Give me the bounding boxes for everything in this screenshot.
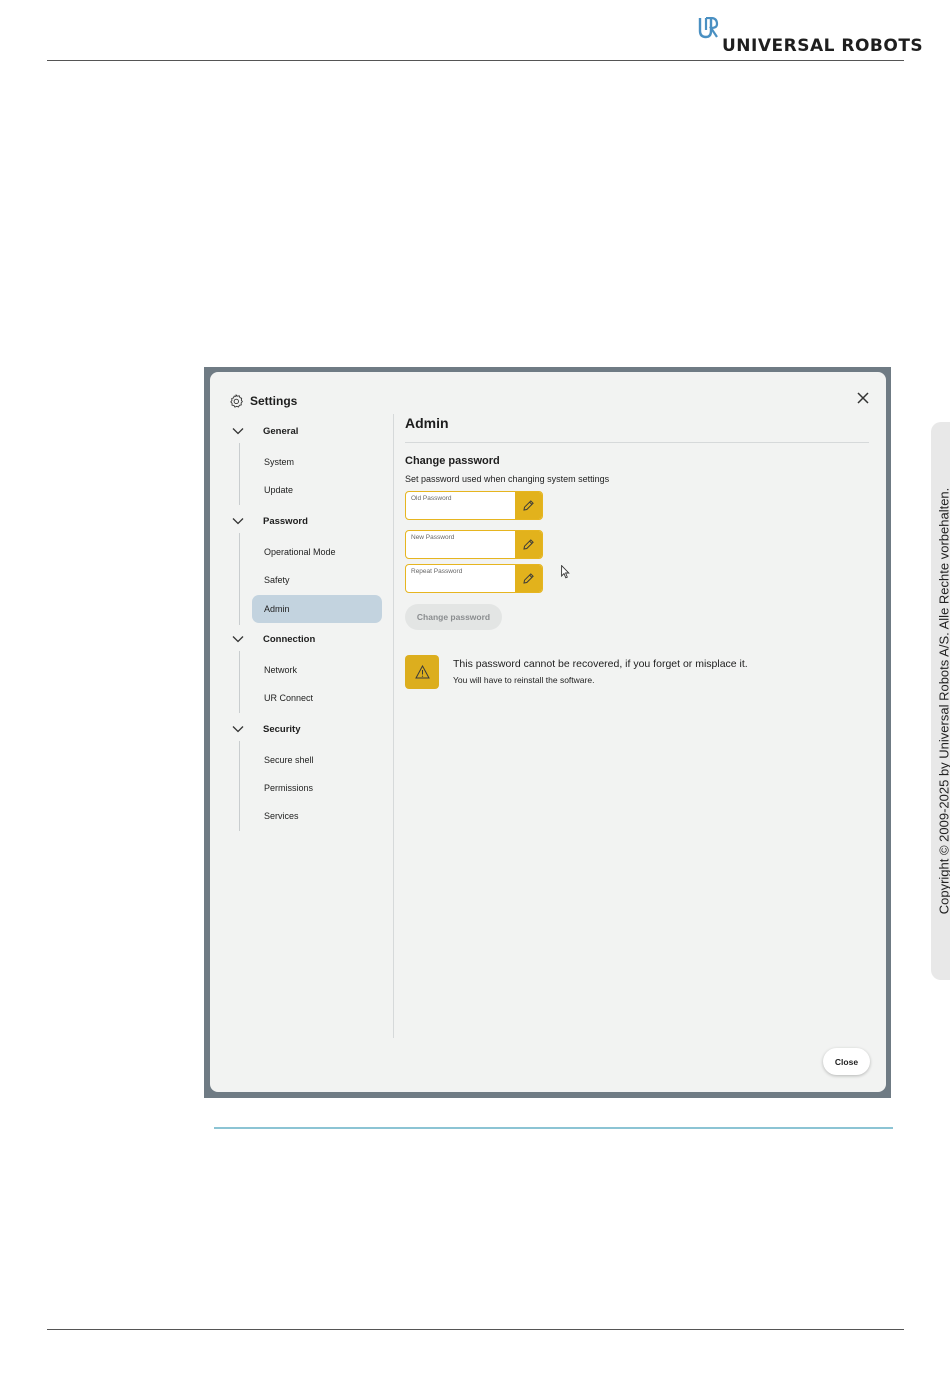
nav-group-security[interactable]: Security [232,718,301,740]
nav-tree-line [239,651,240,713]
section-description: Set password used when changing system s… [405,474,610,484]
edit-repeat-password-button[interactable] [515,565,542,592]
new-password-placeholder: New Password [411,534,455,541]
warning-subtext: You will have to reinstall the software. [453,675,595,685]
nav-group-general[interactable]: General [232,420,298,442]
nav-item-secure-shell[interactable]: Secure shell [252,746,382,774]
copyright-notice: Copyright © 2009-2025 by Universal Robot… [936,487,950,915]
change-password-button[interactable]: Change password [405,604,502,630]
edit-new-password-button[interactable] [515,531,542,558]
close-icon[interactable] [856,391,870,405]
edit-old-password-button[interactable] [515,492,542,519]
nav-group-label: General [263,425,299,437]
nav-tree-line [239,443,240,505]
chevron-down-icon [232,726,244,733]
chevron-down-icon [232,518,244,525]
nav-tree-line [239,741,240,831]
nav-item-safety[interactable]: Safety [252,566,382,594]
warning-badge [405,655,439,689]
old-password-placeholder: Old Password [411,495,452,502]
nav-item-permissions[interactable]: Permissions [252,774,382,802]
nav-item-ur-connect[interactable]: UR Connect [252,684,382,712]
nav-item-network[interactable]: Network [252,656,382,684]
nav-group-label: Connection [263,633,316,645]
close-button[interactable]: Close [823,1048,870,1075]
repeat-password-field[interactable]: Repeat Password [405,564,543,593]
chevron-down-icon [232,428,244,435]
warning-icon [414,665,430,679]
dialog-title: Settings [250,394,298,408]
brand-name: UNIVERSAL ROBOTS [722,36,924,56]
settings-dialog: Settings General System Update Password … [210,372,886,1092]
ur-logo-icon [698,17,719,39]
repeat-password-placeholder: Repeat Password [411,568,463,575]
nav-item-update[interactable]: Update [252,476,382,504]
new-password-field[interactable]: New Password [405,530,543,559]
panel-divider [393,414,394,1038]
section-divider [214,1127,893,1129]
nav-item-services[interactable]: Services [252,802,382,830]
header-rule [47,60,904,61]
footer-rule [47,1329,904,1330]
warning-text: This password cannot be recovered, if yo… [453,658,748,670]
nav-group-connection[interactable]: Connection [232,628,315,650]
nav-group-password[interactable]: Password [232,510,308,532]
mouse-cursor-icon [561,565,570,579]
section-title: Change password [405,455,500,467]
chevron-down-icon [232,636,244,643]
gear-icon [230,394,243,408]
pencil-icon [523,573,534,584]
nav-group-label: Security [263,723,301,735]
pencil-icon [523,500,534,511]
nav-item-operational-mode[interactable]: Operational Mode [252,538,382,566]
nav-item-system[interactable]: System [252,448,382,476]
nav-item-admin[interactable]: Admin [252,595,382,623]
nav-group-label: Password [263,515,308,527]
page-title: Admin [405,415,449,431]
old-password-field[interactable]: Old Password [405,491,543,520]
universal-robots-logo: UNIVERSAL ROBOTS [698,17,923,56]
settings-screenshot: Settings General System Update Password … [204,367,891,1098]
dialog-header: Settings [229,391,297,411]
nav-tree-line [239,533,240,625]
pencil-icon [523,539,534,550]
title-divider [405,442,869,443]
